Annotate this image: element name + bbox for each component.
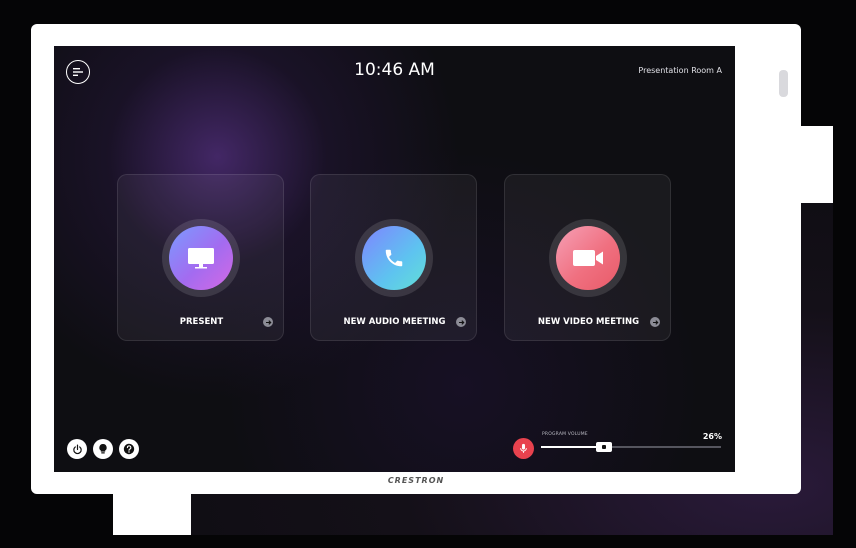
video-icon-circle [556,226,620,290]
new-video-meeting-label: NEW VIDEO MEETING [537,317,640,327]
program-volume-value: 26% [702,432,722,441]
new-audio-meeting-tile[interactable]: NEW AUDIO MEETING [310,174,477,341]
room-name: Presentation Room A [638,66,722,75]
touch-panel-device: CRESTRON 10:46 AM Presentation Room A PR… [31,24,801,494]
arrow-right-icon [456,317,466,327]
present-label: PRESENT [179,317,224,327]
audio-icon-circle [362,226,426,290]
power-icon [72,444,82,454]
present-icon-circle [169,226,233,290]
phone-icon [385,249,403,267]
microphone-mute-button[interactable] [513,438,534,459]
volume-thumb-grip [602,445,606,449]
volume-slider-fill [541,446,604,448]
help-icon [123,443,135,455]
touch-screen: 10:46 AM Presentation Room A PRESENT NEW… [54,46,735,472]
arrow-right-icon [650,317,660,327]
arrow-right-icon [263,317,273,327]
program-volume-slider[interactable] [541,442,721,452]
background-panel-right [800,126,833,203]
display-icon [188,248,214,269]
brand-label: CRESTRON [387,476,445,485]
microphone-icon [520,443,527,453]
clock: 10:46 AM [354,60,435,80]
lightbulb-icon [99,443,107,454]
device-handle [779,70,788,97]
lights-button[interactable] [93,439,113,459]
program-volume-label: PROGRAM VOLUME [542,432,588,437]
power-button[interactable] [67,439,87,459]
new-video-meeting-tile[interactable]: NEW VIDEO MEETING [504,174,671,341]
audio-icon-ring [355,219,433,297]
background-panel-bottom [113,493,191,535]
present-icon-ring [162,219,240,297]
present-tile[interactable]: PRESENT [117,174,284,341]
video-icon-ring [549,219,627,297]
video-camera-icon [573,250,603,266]
new-audio-meeting-label: NEW AUDIO MEETING [343,317,446,327]
volume-slider-thumb[interactable] [596,442,612,452]
help-button[interactable] [119,439,139,459]
